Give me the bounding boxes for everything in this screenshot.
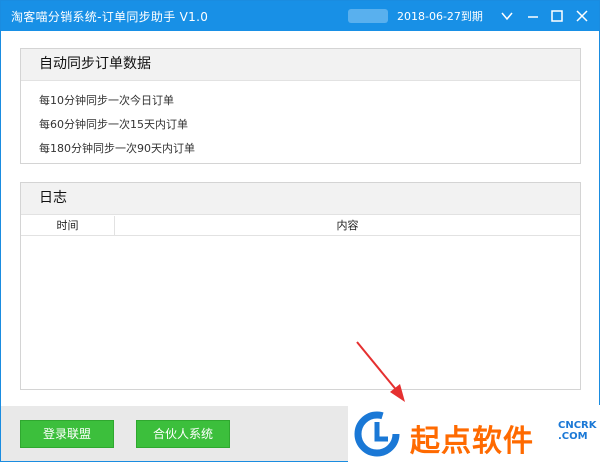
sync-rule-today: 每10分钟同步一次今日订单 — [39, 94, 174, 107]
app-window: 淘客喵分销系统-订单同步助手 V1.0 2018-06-27到期 自动同步订单数… — [0, 0, 600, 462]
log-panel-title: 日志 — [21, 183, 580, 215]
partner-system-button[interactable]: 合伙人系统 — [136, 420, 230, 448]
minimize-icon — [528, 16, 538, 18]
watermark-site-line1: CNCRK — [558, 420, 597, 431]
expiry-date: 2018-06-27到期 — [397, 10, 483, 23]
watermark-text: 起点软件 — [410, 424, 534, 459]
minimize-button[interactable] — [522, 5, 544, 27]
title-bar[interactable]: 淘客喵分销系统-订单同步助手 V1.0 2018-06-27到期 — [1, 1, 599, 31]
maximize-button[interactable] — [546, 5, 568, 27]
window-title: 淘客喵分销系统-订单同步助手 V1.0 — [11, 10, 209, 24]
logo-swirl-icon — [354, 411, 400, 457]
watermark-logo: 起点软件 CNCRK .COM — [348, 405, 600, 462]
column-header-content[interactable]: 内容 — [115, 216, 580, 235]
sync-rule-90-days: 每180分钟同步一次90天内订单 — [39, 142, 195, 155]
sync-panel: 自动同步订单数据 每10分钟同步一次今日订单 每60分钟同步一次15天内订单 每… — [20, 48, 581, 164]
log-panel: 日志 时间 内容 — [20, 182, 581, 390]
sync-rule-15-days: 每60分钟同步一次15天内订单 — [39, 118, 188, 131]
column-header-time[interactable]: 时间 — [21, 216, 115, 235]
close-button[interactable] — [571, 5, 593, 27]
login-alliance-button[interactable]: 登录联盟 — [20, 420, 114, 448]
watermark-site-line2: .COM — [558, 431, 588, 442]
log-table-header: 时间 内容 — [21, 216, 580, 236]
close-icon — [576, 10, 588, 22]
sync-panel-title: 自动同步订单数据 — [21, 49, 580, 81]
dropdown-button[interactable] — [496, 5, 518, 27]
footer-bar: 登录联盟 合伙人系统 — [1, 406, 349, 461]
maximize-icon — [551, 10, 563, 22]
log-table-body[interactable] — [21, 236, 580, 388]
blurred-username — [348, 9, 388, 23]
chevron-down-icon — [501, 12, 513, 21]
watermark-site: CNCRK .COM — [558, 420, 597, 442]
